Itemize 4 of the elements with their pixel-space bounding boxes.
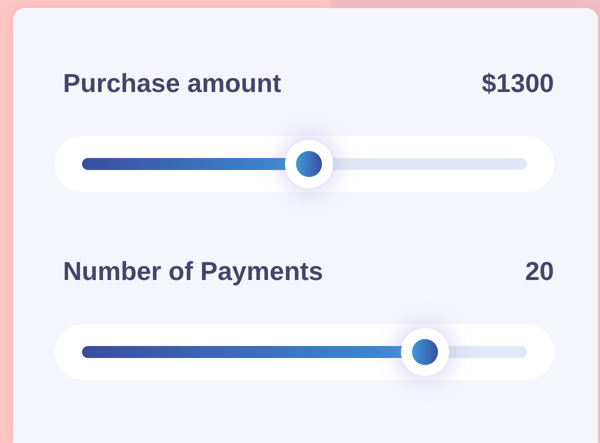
slider-value: $1300 [482,68,554,98]
slider-value: 20 [525,256,554,286]
slider-label: Number of Payments [63,256,324,286]
slider-label: Purchase amount [63,68,282,98]
